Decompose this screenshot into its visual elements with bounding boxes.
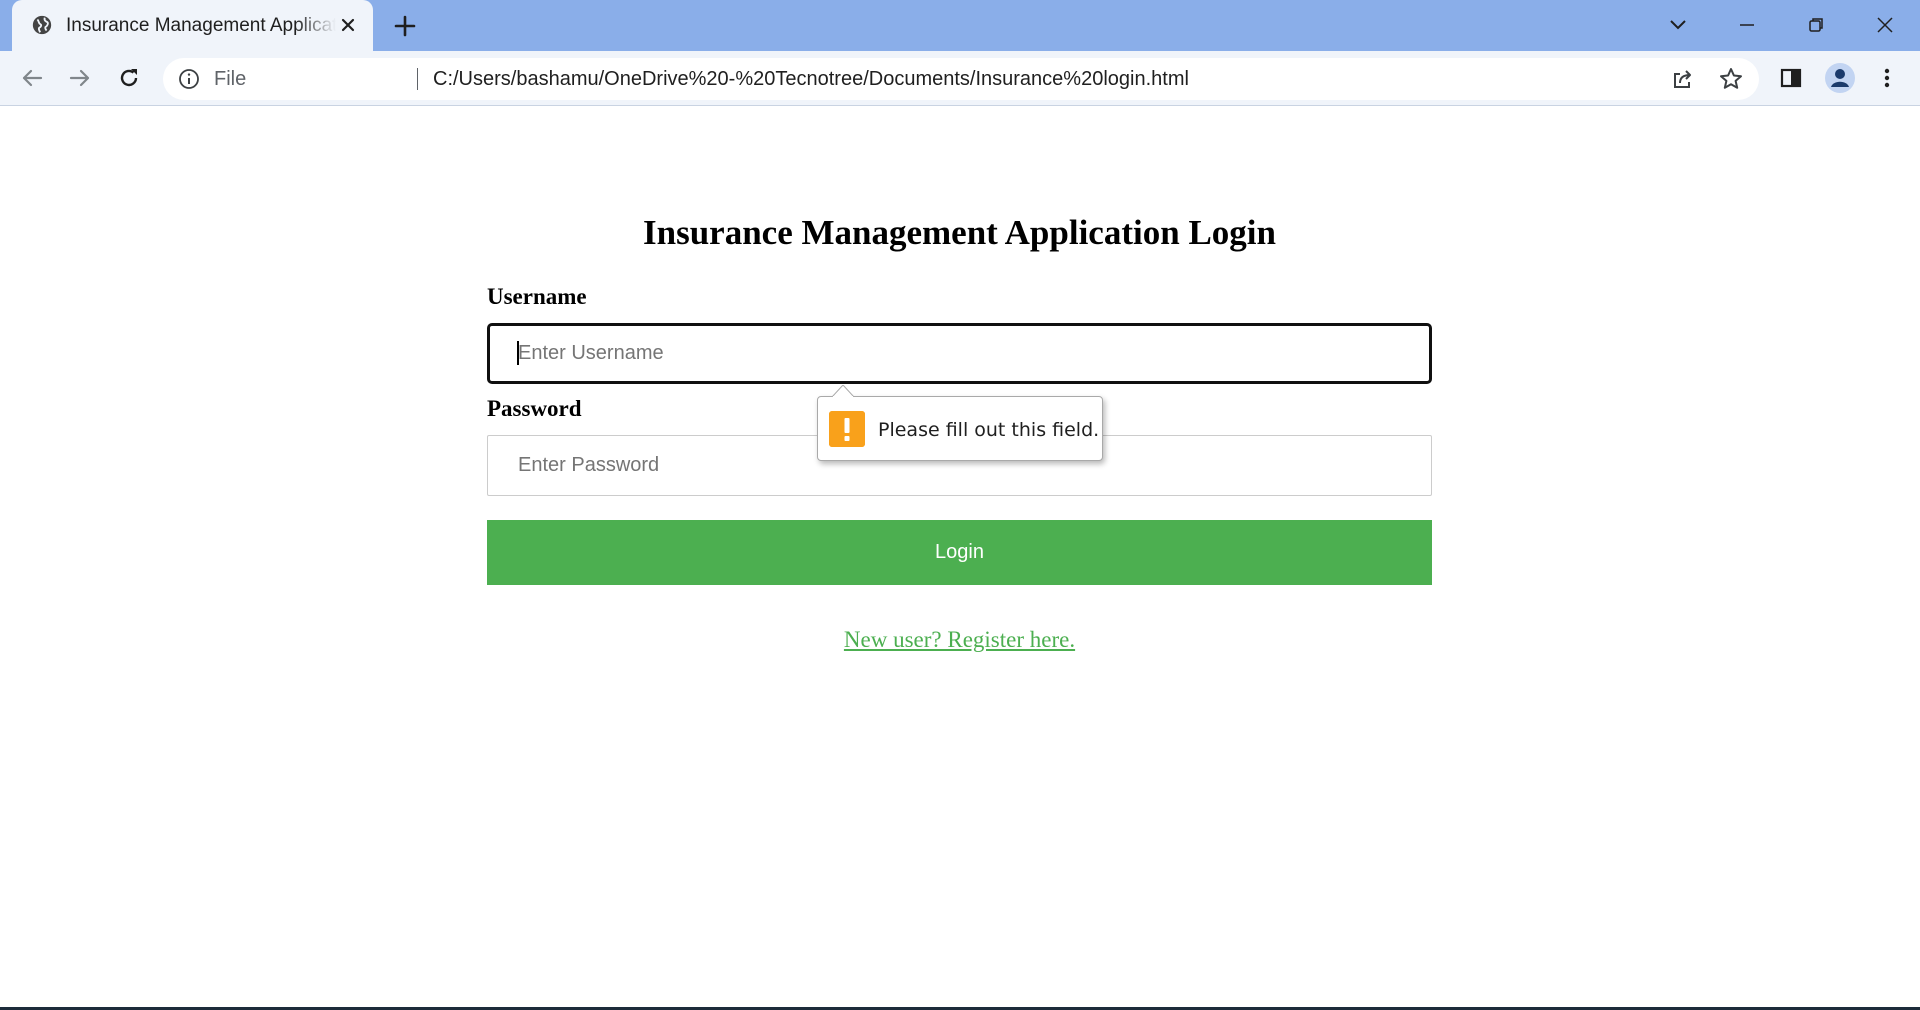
page-title: Insurance Management Application Login	[643, 213, 1276, 252]
register-link[interactable]: New user? Register here.	[844, 627, 1075, 652]
minimize-icon[interactable]	[1732, 10, 1762, 40]
register-link-row: New user? Register here.	[487, 625, 1432, 655]
restore-icon[interactable]	[1801, 10, 1831, 40]
tab-strip: Insurance Management Application Login	[0, 0, 1920, 51]
password-label: Password	[487, 396, 582, 421]
address-bar[interactable]: File C:/Users/bashamu/OneDrive%20-%20Tec…	[163, 58, 1759, 100]
browser-toolbar: File C:/Users/bashamu/OneDrive%20-%20Tec…	[0, 51, 1920, 106]
tab-title: Insurance Management Application Login	[66, 15, 336, 36]
arrow-right-icon[interactable]	[65, 63, 95, 93]
username-input[interactable]	[487, 323, 1432, 384]
info-icon[interactable]	[177, 67, 201, 91]
plus-icon[interactable]	[391, 12, 419, 40]
omnibox-separator	[417, 68, 418, 90]
validation-message: Please fill out this field.	[878, 419, 1100, 441]
share-icon[interactable]	[1669, 65, 1697, 93]
login-button[interactable]: Login	[487, 520, 1432, 585]
tab-search-icon[interactable]	[1663, 10, 1693, 40]
reload-icon[interactable]	[114, 63, 144, 93]
validation-bubble: Please fill out this field.	[817, 385, 1103, 461]
profile-icon[interactable]	[1824, 62, 1856, 94]
close-icon[interactable]	[337, 14, 359, 36]
side-panel-icon[interactable]	[1776, 63, 1806, 93]
arrow-left-icon[interactable]	[17, 63, 47, 93]
bubble-pointer	[832, 385, 854, 397]
warning-icon	[829, 411, 865, 447]
text-caret	[517, 341, 519, 365]
kebab-menu-icon[interactable]	[1872, 63, 1902, 93]
scheme-label: File	[214, 68, 247, 90]
url-text[interactable]: C:/Users/bashamu/OneDrive%20-%20Tecnotre…	[433, 67, 1189, 91]
username-label: Username	[487, 284, 587, 309]
close-icon[interactable]	[1870, 10, 1900, 40]
globe-icon	[32, 15, 52, 35]
star-icon[interactable]	[1717, 65, 1745, 93]
browser-tab[interactable]: Insurance Management Application Login	[12, 0, 373, 51]
